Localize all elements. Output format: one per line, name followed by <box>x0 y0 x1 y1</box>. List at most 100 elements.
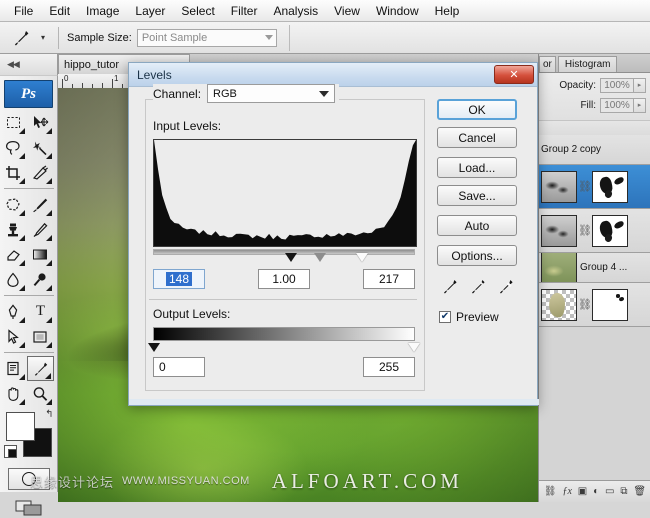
layer-row-4[interactable]: ⛓ <box>539 283 650 327</box>
input-black-field[interactable]: 148 <box>153 269 205 289</box>
foreground-color-swatch[interactable] <box>6 412 35 441</box>
menu-item-file[interactable]: File <box>6 2 41 20</box>
layer-row-group-2-copy[interactable]: Group 2 copy <box>539 135 650 165</box>
history-brush-tool[interactable] <box>27 217 54 242</box>
rectangular-marquee-tool[interactable] <box>0 110 27 135</box>
tab-histogram[interactable]: Histogram <box>558 56 618 72</box>
load-button[interactable]: Load... <box>437 157 517 178</box>
type-tool[interactable]: T <box>27 299 54 324</box>
menu-item-window[interactable]: Window <box>368 2 427 20</box>
preview-checkbox[interactable]: ✔ <box>439 311 451 323</box>
menu-item-layer[interactable]: Layer <box>127 2 173 20</box>
brush-tool[interactable] <box>27 192 54 217</box>
layer-mask-link-icon[interactable]: ⛓ <box>580 295 590 315</box>
toolbox-grabber[interactable]: ◀◀ <box>0 54 58 76</box>
path-selection-tool[interactable] <box>0 324 27 349</box>
new-adjustment-layer-icon[interactable]: ◐ <box>593 486 599 497</box>
preview-checkbox-row[interactable]: ✔ Preview <box>439 310 531 324</box>
input-white-point-marker[interactable] <box>356 253 368 262</box>
layer-row-group-4[interactable]: Group 4 ... <box>539 253 650 283</box>
layer-style-fx-icon[interactable]: ƒx <box>562 486 571 497</box>
output-levels-gradient[interactable] <box>153 327 415 341</box>
sample-size-label: Sample Size: <box>67 32 132 44</box>
crop-tool[interactable] <box>0 160 27 185</box>
input-black-point-marker[interactable] <box>285 253 297 262</box>
channel-select[interactable]: RGB <box>207 84 335 103</box>
menu-item-view[interactable]: View <box>326 2 368 20</box>
menu-item-help[interactable]: Help <box>427 2 468 20</box>
layer-mask-link-icon[interactable]: ⛓ <box>580 221 590 241</box>
auto-button[interactable]: Auto <box>437 215 517 236</box>
new-group-icon[interactable]: ▭ <box>605 486 614 497</box>
default-colors-icon[interactable] <box>4 445 17 458</box>
close-icon[interactable]: ✕ <box>494 65 534 84</box>
fill-row: Fill: 100% ▸ <box>543 96 646 114</box>
slice-tool[interactable] <box>27 160 54 185</box>
input-levels-slider-track[interactable] <box>153 249 415 255</box>
save-button[interactable]: Save... <box>437 185 517 206</box>
opacity-value[interactable]: 100% <box>600 78 634 93</box>
new-layer-icon[interactable]: ⧉ <box>620 486 627 497</box>
set-black-point-eyedropper[interactable] <box>441 278 459 300</box>
menu-item-edit[interactable]: Edit <box>41 2 78 20</box>
sample-size-select[interactable]: Point Sample <box>137 29 277 47</box>
ok-button[interactable]: OK <box>437 99 517 120</box>
menu-item-image[interactable]: Image <box>78 2 127 20</box>
layer-mask-thumbnail[interactable] <box>592 215 628 247</box>
ruler-label-0: 0 <box>64 74 68 83</box>
layer-thumbnail[interactable] <box>541 289 577 321</box>
output-white-field[interactable]: 255 <box>363 357 415 377</box>
layer-row-2[interactable]: ⛓ <box>539 209 650 253</box>
layer-mask-link-icon[interactable]: ⛓ <box>580 177 590 197</box>
options-button[interactable]: Options... <box>437 245 517 266</box>
color-swatches[interactable]: ↰ <box>6 412 52 456</box>
layer-mask-thumbnail[interactable] <box>592 289 628 321</box>
sample-size-value: Point Sample <box>138 32 207 44</box>
input-gamma-marker[interactable] <box>314 253 326 262</box>
zoom-tool[interactable] <box>27 381 54 406</box>
add-layer-mask-icon[interactable]: ▣ <box>578 486 587 497</box>
output-white-point-marker[interactable] <box>408 343 420 352</box>
magic-wand-tool[interactable] <box>27 135 54 160</box>
menu-item-select[interactable]: Select <box>173 2 222 20</box>
eraser-tool[interactable] <box>0 242 27 267</box>
eyedropper-tool[interactable] <box>27 356 54 381</box>
move-tool[interactable] <box>27 110 54 135</box>
output-black-field[interactable]: 0 <box>153 357 205 377</box>
lasso-tool[interactable] <box>0 135 27 160</box>
layer-thumbnail[interactable] <box>541 171 577 203</box>
patch-tool[interactable] <box>0 192 27 217</box>
clone-stamp-tool[interactable] <box>0 217 27 242</box>
opacity-spinner[interactable]: ▸ <box>634 78 646 93</box>
layer-mask-thumbnail[interactable] <box>592 171 628 203</box>
dodge-tool[interactable] <box>27 267 54 292</box>
tool-grid-3: T <box>0 299 58 349</box>
layer-row-selected[interactable]: ⛓ <box>539 165 650 209</box>
tool-preset-caret-icon[interactable]: ▾ <box>36 25 50 51</box>
pen-tool[interactable] <box>0 299 27 324</box>
blur-tool[interactable] <box>0 267 27 292</box>
rectangle-shape-tool[interactable] <box>27 324 54 349</box>
input-white-field[interactable]: 217 <box>363 269 415 289</box>
link-layers-icon[interactable]: ⛓ <box>544 486 557 497</box>
set-gray-point-eyedropper[interactable] <box>469 278 487 300</box>
swap-colors-icon[interactable]: ↰ <box>45 409 53 420</box>
menu-item-analysis[interactable]: Analysis <box>265 2 326 20</box>
cancel-button[interactable]: Cancel <box>437 127 517 148</box>
quick-mask-icon[interactable] <box>8 468 50 490</box>
screen-mode-icon[interactable] <box>9 498 49 518</box>
tab-color[interactable]: or <box>539 56 556 72</box>
gradient-tool[interactable] <box>27 242 54 267</box>
hand-tool[interactable] <box>0 381 27 406</box>
group-thumbnail[interactable] <box>541 253 577 283</box>
fill-value[interactable]: 100% <box>600 98 634 113</box>
eyedropper-icon[interactable] <box>6 25 36 51</box>
fill-spinner[interactable]: ▸ <box>634 98 646 113</box>
menu-item-filter[interactable]: Filter <box>223 2 266 20</box>
notes-tool[interactable] <box>0 356 27 381</box>
layer-thumbnail[interactable] <box>541 215 577 247</box>
output-black-point-marker[interactable] <box>148 343 160 352</box>
delete-layer-icon[interactable]: 🗑 <box>633 486 646 497</box>
set-white-point-eyedropper[interactable] <box>497 278 515 300</box>
input-gamma-field[interactable]: 1.00 <box>258 269 310 289</box>
